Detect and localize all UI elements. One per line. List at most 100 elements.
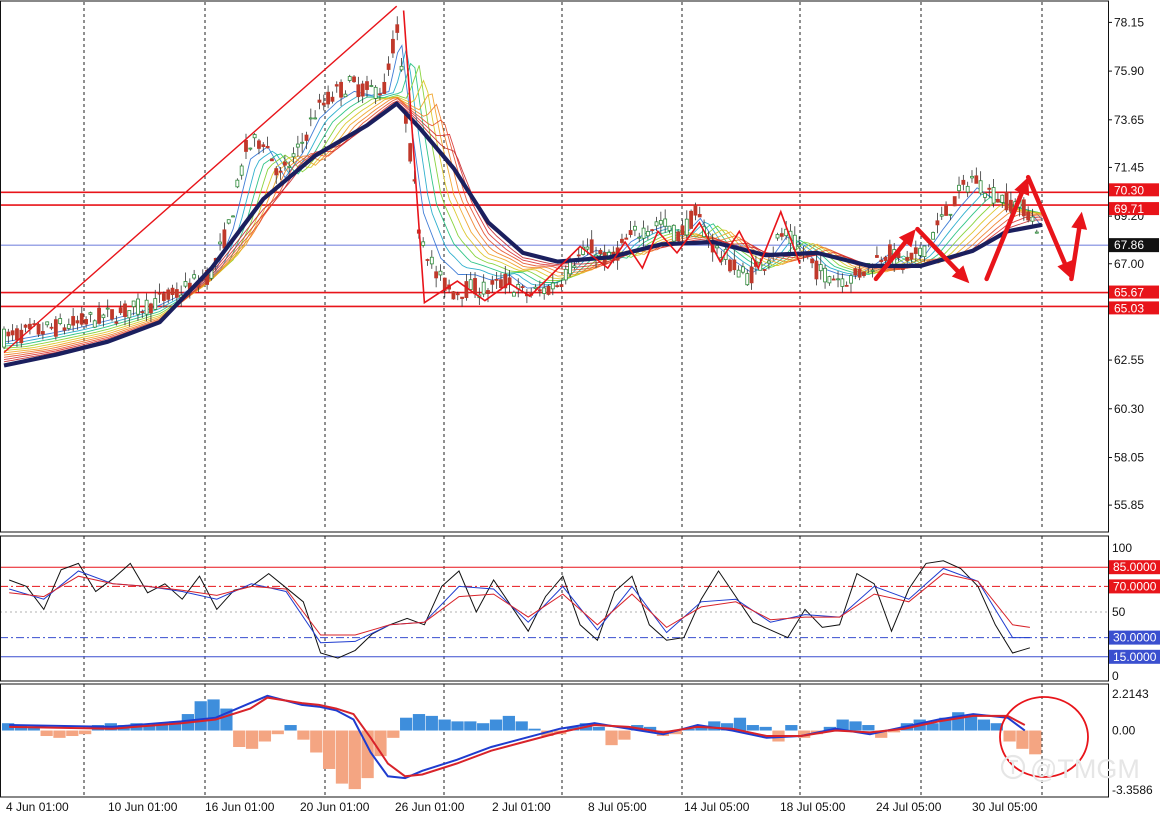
candle-body [486, 290, 489, 293]
candle-body [422, 242, 425, 246]
candle-body [655, 222, 658, 226]
macd-histogram-bar [336, 731, 348, 784]
candle-body [85, 319, 88, 324]
macd-histogram-bar [349, 731, 361, 790]
candle-body [340, 82, 343, 97]
candle-body [824, 268, 827, 282]
candle-body [815, 261, 818, 279]
candle-body [953, 197, 956, 206]
macd-histogram-bar [1003, 731, 1015, 742]
candle-body [288, 166, 291, 167]
level-tag-label: 69.71 [1114, 202, 1144, 216]
candle-body [184, 281, 187, 286]
candle-body [858, 269, 861, 277]
candle-body [1022, 200, 1025, 216]
candle-body [309, 118, 312, 119]
candle-body [958, 185, 961, 190]
candle-body [409, 144, 412, 162]
x-tick-label: 8 Jul 05:00 [588, 800, 647, 814]
candle-body [586, 247, 589, 249]
candle-body [98, 308, 101, 323]
macd-histogram-bar [259, 731, 271, 742]
macd-histogram-bar [503, 716, 515, 731]
candle-body [556, 286, 559, 287]
candle-body [7, 332, 10, 336]
candle-body [253, 135, 256, 138]
candle-body [685, 219, 688, 235]
candle-body [741, 267, 744, 272]
chart-canvas[interactable]: 78.1575.9073.6571.4569.2067.0062.5560.30… [0, 0, 1160, 815]
candle-body [387, 64, 390, 70]
candle-body [651, 230, 654, 231]
candle-body [914, 248, 917, 254]
candle-body [811, 259, 814, 263]
macd-histogram-bar [464, 721, 476, 730]
candle-body [80, 314, 83, 325]
candle-body [400, 66, 403, 70]
candle-body [54, 320, 57, 337]
macd-histogram-bar [1016, 731, 1028, 749]
candle-body [141, 312, 144, 313]
candle-body [767, 261, 770, 263]
candle-body [521, 287, 524, 288]
candle-body [780, 234, 783, 237]
candle-body [236, 180, 239, 187]
candle-body [67, 325, 70, 329]
candle-body [167, 290, 170, 299]
candle-body [171, 288, 174, 294]
candle-body [828, 277, 831, 283]
macd-histogram-bar [528, 729, 540, 731]
candle-body [275, 169, 278, 175]
macd-histogram-bar [965, 716, 977, 731]
candle-body [776, 234, 779, 238]
candle-body [348, 77, 351, 81]
candle-body [396, 25, 399, 33]
candle-body [940, 215, 943, 216]
candle-body [862, 272, 865, 276]
candle-body [11, 331, 14, 335]
candle-body [378, 94, 381, 95]
candle-body [988, 188, 991, 189]
candle-body [15, 329, 18, 340]
candle-body [923, 246, 926, 257]
y-tick-label: 73.65 [1114, 113, 1144, 127]
candle-body [301, 142, 304, 143]
y-tick-label: 58.05 [1114, 450, 1144, 464]
macd-histogram-bar [978, 720, 990, 731]
candle-body [145, 300, 148, 314]
macd-histogram-bar [272, 731, 284, 735]
macd-histogram-bar [246, 731, 258, 749]
osc-y-tick-label: 50 [1112, 605, 1126, 619]
x-tick-label: 16 Jun 01:00 [205, 800, 275, 814]
macd-histogram-bar [618, 731, 630, 740]
y-tick-label: 60.30 [1114, 402, 1144, 416]
osc-level-label: 30.0000 [1113, 631, 1157, 645]
trading-chart[interactable]: 78.1575.9073.6571.4569.2067.0062.5560.30… [0, 0, 1160, 815]
macd-histogram-bar [284, 725, 296, 730]
candle-body [227, 220, 230, 223]
candle-body [24, 325, 27, 327]
candle-body [694, 205, 697, 215]
candle-body [910, 253, 913, 259]
candle-body [906, 258, 909, 261]
candle-body [875, 255, 878, 257]
osc-y-tick-label: 100 [1112, 541, 1132, 555]
candle-body [983, 193, 986, 197]
candle-body [331, 97, 334, 101]
candle-body [551, 283, 554, 289]
candle-body [461, 297, 464, 298]
candle-body [499, 280, 502, 288]
candle-body [132, 301, 135, 307]
candle-body [620, 239, 623, 242]
candle-body [936, 221, 939, 225]
osc-level-label: 85.0000 [1113, 560, 1157, 574]
candle-body [37, 324, 40, 334]
candle-body [577, 255, 580, 256]
macd-histogram-bar [195, 701, 207, 730]
macd-histogram-bar [862, 725, 874, 730]
candle-body [750, 267, 753, 283]
macd-histogram-bar [849, 721, 861, 730]
candle-body [560, 285, 563, 287]
macd-histogram-bar [605, 731, 617, 746]
level-tag-label: 65.67 [1114, 286, 1144, 300]
